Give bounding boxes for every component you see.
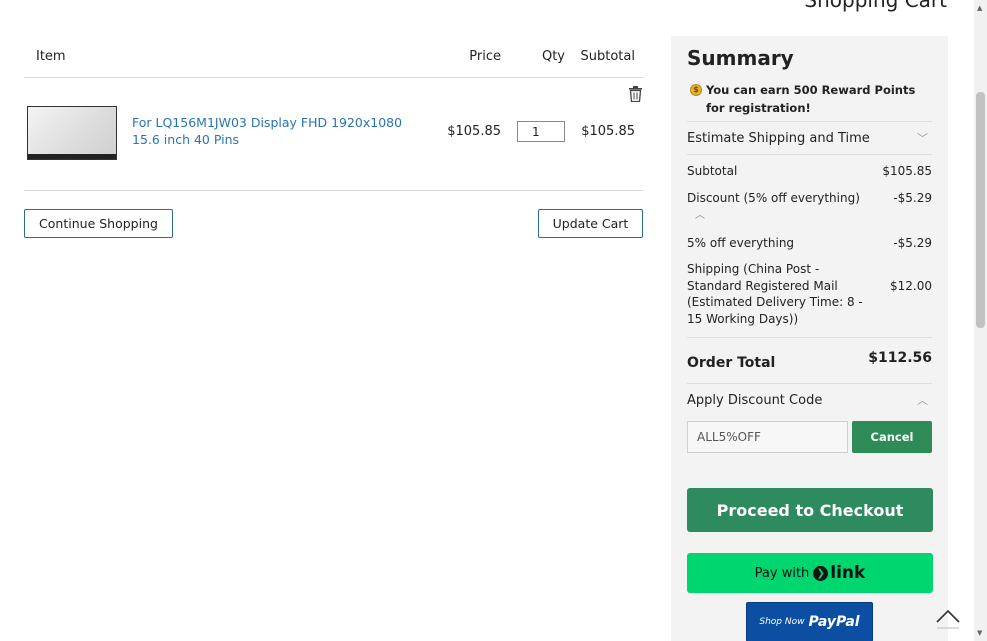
summary-title: Summary [687, 46, 794, 70]
quantity-input[interactable] [517, 121, 565, 142]
shipping-line: Shipping (China Post - Standard Register… [687, 261, 932, 327]
totals-table: Subtotal $105.85 Discount (5% off everyt… [687, 154, 932, 327]
cart-header: Item Price Qty Subtotal [24, 40, 643, 78]
reward-prefix: You can earn [706, 83, 794, 97]
scrollbar-thumb[interactable] [976, 92, 985, 328]
product-name-link[interactable]: For LQ156M1JW03 Display FHD 1920x1080 15… [132, 114, 422, 148]
discount-value: -$5.29 [893, 190, 932, 205]
discount-label: Discount (5% off everything) [687, 190, 860, 205]
cart-table: Item Price Qty Subtotal For LQ156M1JW03 … [24, 40, 643, 238]
cancel-discount-button[interactable]: Cancel [852, 421, 932, 453]
reward-points-notice: $ You can earn 500 Reward Points for reg… [687, 81, 932, 117]
continue-shopping-button[interactable]: Continue Shopping [24, 209, 173, 238]
discount-line[interactable]: Discount (5% off everything) ︿ -$5.29 [687, 190, 932, 225]
discount-code-input[interactable] [687, 421, 848, 453]
page-scrollbar[interactable]: ▲ ▼ [974, 0, 987, 641]
shipping-label: Shipping (China Post - Standard Register… [687, 262, 863, 326]
subtotal-label: Subtotal [687, 164, 738, 178]
discount-rule-label: 5% off everything [687, 235, 795, 250]
header-item: Item [36, 49, 66, 64]
chevron-up-icon[interactable]: ︿ [695, 208, 705, 225]
header-subtotal: Subtotal [580, 49, 635, 64]
item-subtotal: $105.85 [581, 124, 635, 139]
trash-icon[interactable] [628, 86, 643, 102]
chevron-down-icon: ﹀ [917, 132, 928, 145]
coin-icon: $ [690, 84, 702, 96]
apply-discount-toggle[interactable]: Apply Discount Code ︿ [687, 383, 932, 421]
order-total-value: $112.56 [868, 349, 932, 366]
estimate-shipping-toggle[interactable]: Estimate Shipping and Time ﹀ [687, 121, 932, 154]
link-brand: link [830, 563, 866, 583]
header-qty: Qty [541, 49, 565, 64]
order-summary-panel: Summary $ You can earn 500 Reward Points… [671, 36, 948, 641]
order-total-label: Order Total [687, 354, 776, 371]
discount-rule-line: 5% off everything -$5.29 [687, 235, 932, 252]
scroll-down-arrow-icon[interactable]: ▼ [977, 629, 982, 637]
order-total-row: Order Total $112.56 [687, 337, 932, 383]
proceed-to-checkout-button[interactable]: Proceed to Checkout [687, 488, 933, 532]
product-thumbnail[interactable] [27, 106, 117, 160]
link-arrow-icon: ❯ [813, 565, 829, 581]
apply-discount-label: Apply Discount Code [687, 393, 823, 408]
subtotal-line: Subtotal $105.85 [687, 163, 932, 180]
discount-rule-value: -$5.29 [893, 235, 932, 250]
shipping-value: $12.00 [890, 279, 932, 293]
pay-with-link-button[interactable]: Pay with ❯ link [687, 553, 933, 593]
reward-points: 500 Reward Points [793, 83, 916, 97]
pay-with-label: Pay with [754, 565, 810, 581]
estimate-shipping-label: Estimate Shipping and Time [687, 131, 870, 146]
item-price: $105.85 [447, 124, 501, 139]
paypal-button[interactable]: Shop Now PayPal [746, 602, 873, 641]
page-title: Shopping Cart [804, 0, 947, 12]
paypal-shop-now: Shop Now [759, 617, 805, 627]
back-to-top-icon[interactable] [935, 603, 961, 629]
reward-suffix: for registration! [706, 101, 811, 115]
cart-item-row: For LQ156M1JW03 Display FHD 1920x1080 15… [24, 78, 643, 191]
chevron-up-icon: ︿ [917, 394, 928, 407]
link-logo: ❯ link [813, 563, 865, 583]
subtotal-value: $105.85 [882, 164, 932, 178]
header-price: Price [469, 49, 501, 64]
paypal-logo: PayPal [808, 614, 860, 630]
update-cart-button[interactable]: Update Cart [538, 209, 643, 238]
discount-code-form: Cancel [687, 421, 932, 453]
scroll-up-arrow-icon[interactable]: ▲ [977, 4, 982, 12]
